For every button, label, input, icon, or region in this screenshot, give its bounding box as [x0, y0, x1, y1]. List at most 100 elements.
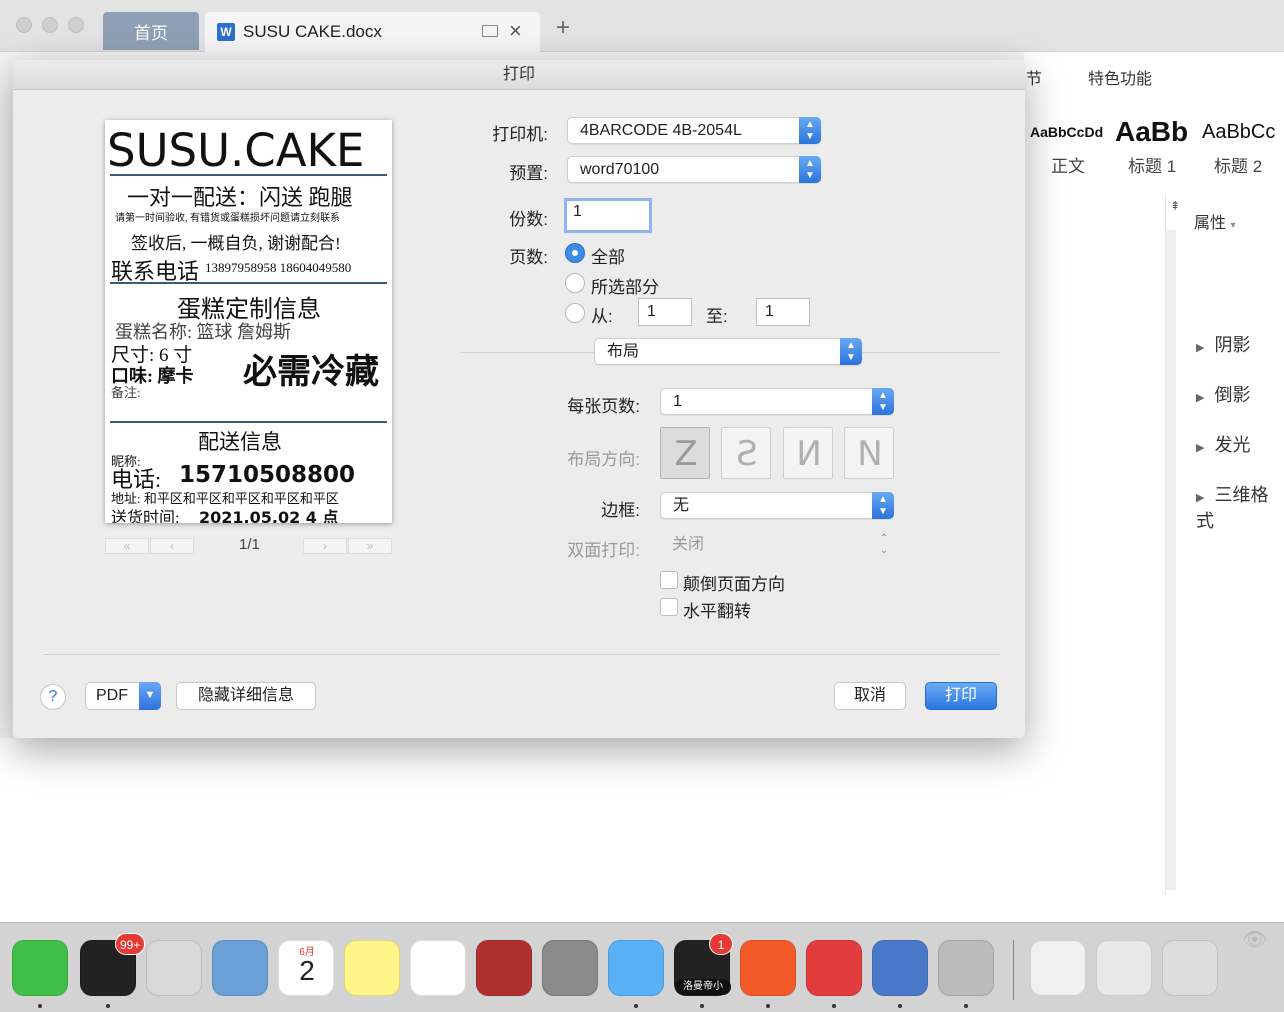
chevron-down-icon: ▼ [139, 682, 161, 710]
printer-select[interactable]: 4BARCODE 4B-2054L ▲ ▼ [567, 117, 821, 144]
pages-all-label[interactable]: 全部 [591, 243, 625, 268]
collapse-panel-icon[interactable]: ⇞ [1170, 199, 1180, 213]
border-label: 边框: [601, 501, 640, 520]
tab-home[interactable]: 首页 [103, 12, 199, 50]
border-select[interactable]: 无 ▲ ▼ [660, 492, 894, 519]
screen-recorder-dock-icon[interactable]: 1 洛曼帝小 [674, 933, 733, 996]
style-name-h1[interactable]: 标题 1 [1128, 152, 1176, 177]
property-shadow[interactable]: ▶ 阴影 [1196, 331, 1250, 357]
close-window-button[interactable] [16, 17, 32, 33]
system-preferences-dock-icon[interactable] [542, 940, 598, 996]
chevron-updown-icon: ▲ ▼ [799, 117, 821, 144]
style-sample-body[interactable]: AaBbCcDd [1030, 124, 1103, 140]
section-select[interactable]: 布局 ▲ ▼ [594, 338, 862, 365]
wps-office-dock-icon[interactable] [806, 940, 862, 996]
reverse-orientation-label[interactable]: 颠倒页面方向 [683, 570, 785, 595]
chevron-updown-icon: ▲ ▼ [872, 388, 894, 415]
pages-selection-radio[interactable] [565, 273, 585, 293]
pager-prev-button[interactable]: ‹ [150, 538, 194, 554]
downloads-dock-icon[interactable] [938, 940, 994, 996]
expand-arrow-icon: ▶ [1196, 492, 1205, 504]
layout-direction-n-reverse[interactable]: N [844, 427, 894, 479]
tab-document-label: SUSU CAKE.docx [243, 22, 382, 41]
pager-first-button[interactable]: « [105, 538, 149, 554]
layout-direction-n-reverse-icon: N [857, 434, 883, 474]
minimize-window-button[interactable] [42, 17, 58, 33]
tab-document[interactable]: W SUSU CAKE.docx × [205, 12, 540, 52]
style-sample-h1[interactable]: AaBb [1115, 116, 1188, 148]
printer-value: 4BARCODE 4B-2054L [580, 122, 742, 139]
photo-booth-dock-icon[interactable] [476, 940, 532, 996]
style-sample-h2[interactable]: AaBbCc [1202, 121, 1275, 144]
preview-photos-dock-icon[interactable] [146, 940, 202, 996]
property-label: 三维格式 [1196, 485, 1269, 531]
preview-delivery-method: 一对一配送：闪送 跑腿 [127, 185, 353, 210]
preset-select[interactable]: word70100 ▲ ▼ [567, 156, 821, 183]
pdf-menu-button[interactable]: PDF ▼ [85, 682, 161, 710]
reverse-orientation-checkbox[interactable] [660, 571, 678, 589]
expand-arrow-icon: ▶ [1196, 342, 1205, 354]
preview-refrigerate: 必需冷藏 [243, 354, 379, 391]
preview-note: 备注: [111, 385, 141, 400]
layout-direction-label: 布局方向: [567, 450, 640, 469]
running-indicator [832, 1004, 836, 1008]
print-button[interactable]: 打印 [925, 682, 997, 710]
pages-range-radio[interactable] [565, 303, 585, 323]
ribbon-tab-section[interactable]: 节 [1026, 65, 1042, 89]
qq-dock-icon[interactable]: 99+ [80, 933, 146, 996]
ribbon-tab-features[interactable]: 特色功能 [1088, 65, 1152, 89]
screenshot-folder-dock-icon[interactable] [1096, 940, 1152, 996]
pages-all-radio[interactable] [565, 243, 585, 263]
zoom-window-button[interactable] [68, 17, 84, 33]
new-tab-button[interactable]: + [556, 14, 570, 42]
pages-from-input[interactable]: 1 [638, 298, 692, 326]
chevron-updown-icon: ▲ ▼ [872, 492, 894, 519]
notes-dock-icon[interactable] [344, 940, 400, 996]
hide-details-button[interactable]: 隐藏详细信息 [176, 682, 316, 710]
close-tab-icon[interactable]: × [509, 18, 522, 44]
style-name-h2[interactable]: 标题 2 [1214, 152, 1262, 177]
network-utility-dock-icon[interactable] [872, 940, 928, 996]
help-button[interactable]: ? [40, 684, 66, 710]
property-3d-format[interactable]: ▶ 三维格式 [1196, 481, 1284, 533]
pages-per-sheet-label: 每张页数: [567, 397, 640, 416]
messages-dock-icon[interactable] [608, 940, 664, 996]
pages-per-sheet-select[interactable]: 1 ▲ ▼ [660, 388, 894, 415]
duplex-select[interactable]: 关闭 ⌃ ⌄ [660, 532, 894, 559]
document-stack-dock-icon[interactable] [1030, 940, 1086, 996]
divider [110, 174, 387, 176]
calendar-day: 2 [299, 955, 315, 986]
trash-dock-icon[interactable] [1162, 940, 1218, 996]
properties-header[interactable]: 属性 ▾ [1194, 209, 1236, 233]
layout-direction-s[interactable]: S [721, 427, 771, 479]
style-name-body[interactable]: 正文 [1051, 152, 1085, 177]
pages-to-label: 至: [706, 307, 728, 326]
preset-value: word70100 [580, 161, 660, 178]
dock-separator [1013, 940, 1014, 1000]
wechat-dock-icon[interactable] [12, 940, 68, 996]
notification-badge: 1 [709, 933, 733, 955]
running-indicator [898, 1004, 902, 1008]
mail-dock-icon[interactable] [212, 940, 268, 996]
property-label: 发光 [1214, 435, 1251, 455]
layout-direction-z[interactable]: Z [660, 427, 710, 479]
pager-last-button[interactable]: » [348, 538, 392, 554]
property-reflection[interactable]: ▶ 倒影 [1196, 381, 1250, 407]
layout-direction-n[interactable]: N [783, 427, 833, 479]
vertical-scrollbar[interactable] [1166, 230, 1176, 890]
property-glow[interactable]: ▶ 发光 [1196, 431, 1250, 457]
cancel-button[interactable]: 取消 [834, 682, 906, 710]
flip-horizontal-label[interactable]: 水平翻转 [683, 597, 751, 622]
running-indicator [38, 1004, 42, 1008]
infuse-dock-icon[interactable] [740, 940, 796, 996]
flip-horizontal-checkbox[interactable] [660, 598, 678, 616]
layout-direction-s-icon: S [736, 434, 758, 474]
monitor-icon[interactable] [482, 25, 498, 37]
pages-to-input[interactable]: 1 [756, 298, 810, 326]
copies-input[interactable]: 1 [564, 198, 652, 233]
pager-next-button[interactable]: › [303, 538, 347, 554]
photos-dock-icon[interactable] [410, 940, 466, 996]
pages-from-label[interactable]: 从: [591, 302, 613, 327]
calendar-dock-icon[interactable]: 6月 2 [278, 940, 334, 996]
pages-selection-label[interactable]: 所选部分 [591, 273, 659, 298]
